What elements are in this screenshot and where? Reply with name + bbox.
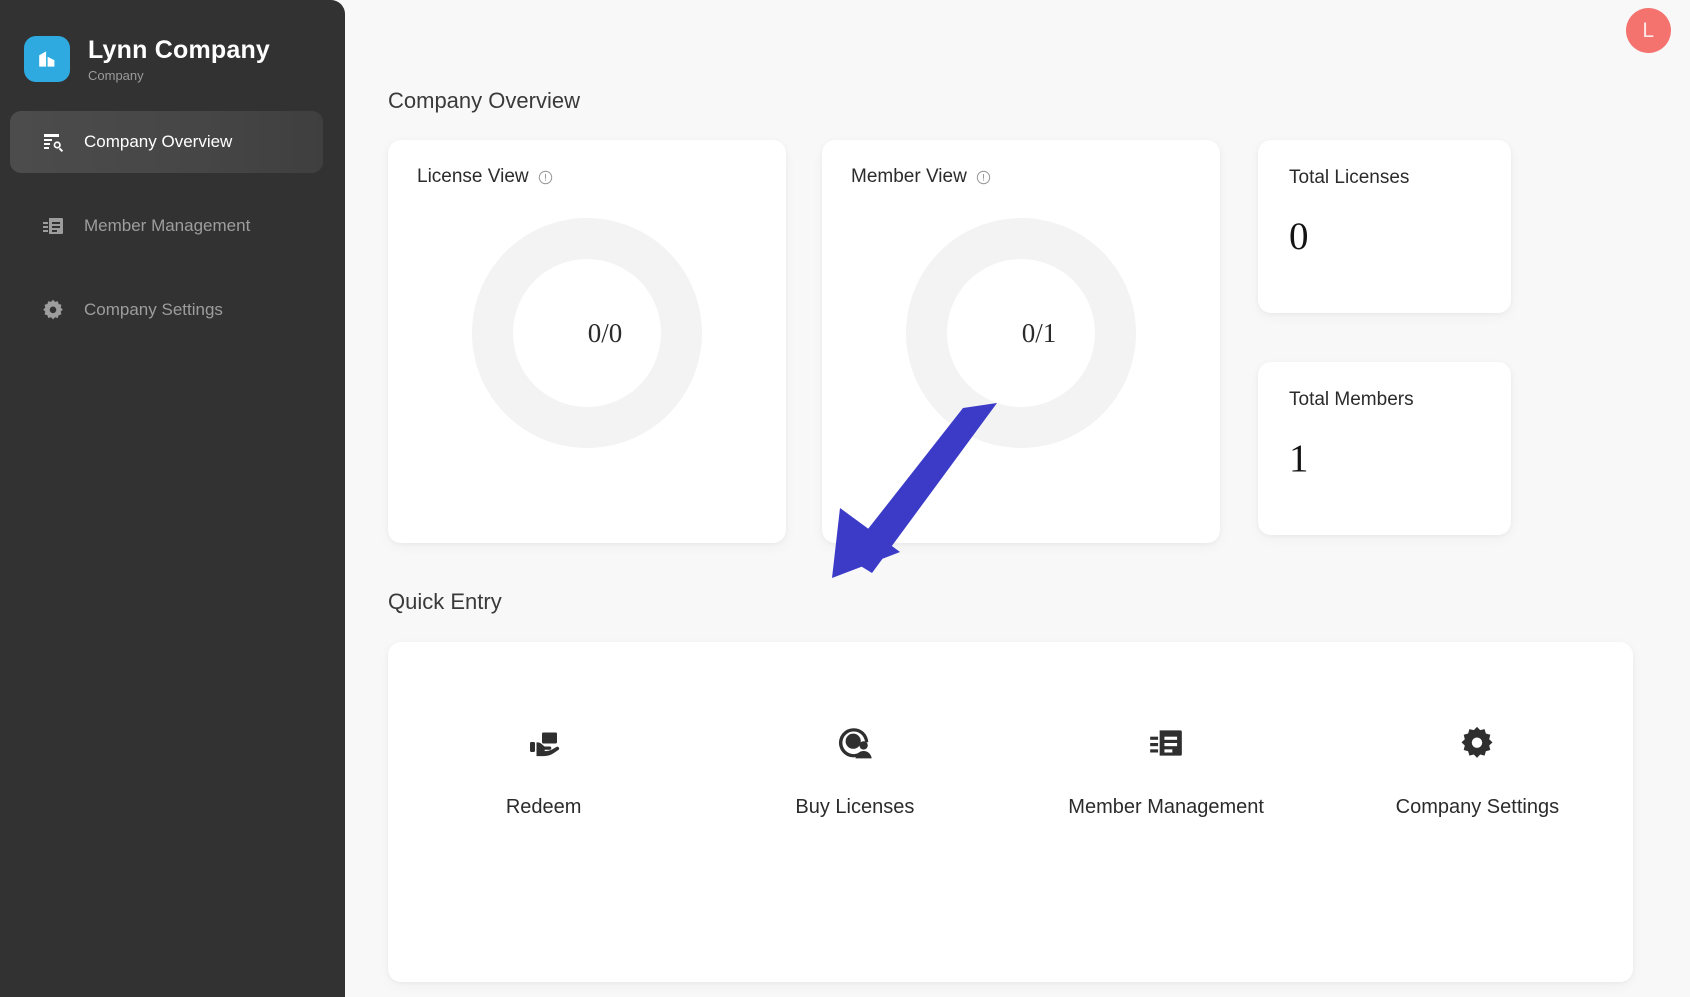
member-view-header: Member View <box>822 140 1220 188</box>
buy-license-person-icon <box>832 720 878 766</box>
hand-card-redeem-icon <box>521 720 567 766</box>
total-members-card: Total Members 1 <box>1258 362 1511 535</box>
gear-icon <box>1454 720 1500 766</box>
quick-entry-redeem[interactable]: Redeem <box>388 720 699 819</box>
page-title-company-overview: Company Overview <box>388 88 580 113</box>
sidebar-nav: Company Overview Member Management Compa… <box>0 111 345 341</box>
quick-entry-label: Member Management <box>1068 796 1264 818</box>
company-building-icon <box>24 36 70 82</box>
gear-icon <box>40 297 66 323</box>
quick-entry-label: Company Settings <box>1395 796 1560 818</box>
total-licenses-title: Total Licenses <box>1289 167 1410 188</box>
member-list-icon <box>1143 720 1189 766</box>
license-view-title: License View <box>417 166 529 187</box>
member-view-title: Member View <box>851 166 967 187</box>
main-content: L Company Overview License View 0/0 Memb… <box>345 0 1690 997</box>
quick-entry-grid: Redeem Buy Licenses Member Management Co… <box>388 642 1633 819</box>
sidebar-item-label: Company Settings <box>84 300 223 319</box>
company-name: Lynn Company <box>88 35 271 64</box>
total-licenses-value: 0 <box>1289 215 1309 258</box>
quick-entry-label: Redeem <box>505 796 582 818</box>
member-donut-label: 0/1 <box>1021 317 1057 348</box>
sidebar-item-company-settings[interactable]: Company Settings <box>10 279 323 341</box>
quick-entry-member-management[interactable]: Member Management <box>1011 720 1322 819</box>
member-donut-chart: 0/1 <box>822 218 1220 448</box>
license-view-header: License View <box>388 140 786 188</box>
total-members-title: Total Members <box>1289 389 1414 410</box>
member-list-icon <box>40 213 66 239</box>
total-licenses-card: Total Licenses 0 <box>1258 140 1511 313</box>
brand-header: Lynn Company Company <box>0 0 345 96</box>
quick-entry-card: Redeem Buy Licenses Member Management Co… <box>388 642 1633 982</box>
license-donut-label: 0/0 <box>587 317 623 348</box>
quick-entry-label: Buy Licenses <box>795 796 915 818</box>
quick-entry-buy-licenses[interactable]: Buy Licenses <box>699 720 1010 819</box>
quick-entry-company-settings[interactable]: Company Settings <box>1322 720 1633 819</box>
sidebar: Lynn Company Company Company Overview Me… <box>0 0 345 997</box>
section-title-quick-entry: Quick Entry <box>388 589 502 614</box>
sidebar-item-member-management[interactable]: Member Management <box>10 195 323 257</box>
sidebar-item-company-overview[interactable]: Company Overview <box>10 111 323 173</box>
total-members-value: 1 <box>1289 437 1309 480</box>
sidebar-item-label: Member Management <box>84 216 251 235</box>
sidebar-item-label: Company Overview <box>84 132 233 151</box>
license-view-card: License View 0/0 <box>388 140 786 543</box>
company-subtitle: Company <box>88 67 144 83</box>
member-view-card: Member View 0/1 <box>822 140 1220 543</box>
overview-search-icon <box>40 129 66 155</box>
info-circle-icon[interactable] <box>976 170 991 185</box>
app-root: Lynn Company Company Company Overview Me… <box>0 0 1690 997</box>
avatar[interactable]: L <box>1626 8 1671 53</box>
info-circle-icon[interactable] <box>538 170 553 185</box>
license-donut-chart: 0/0 <box>388 218 786 448</box>
